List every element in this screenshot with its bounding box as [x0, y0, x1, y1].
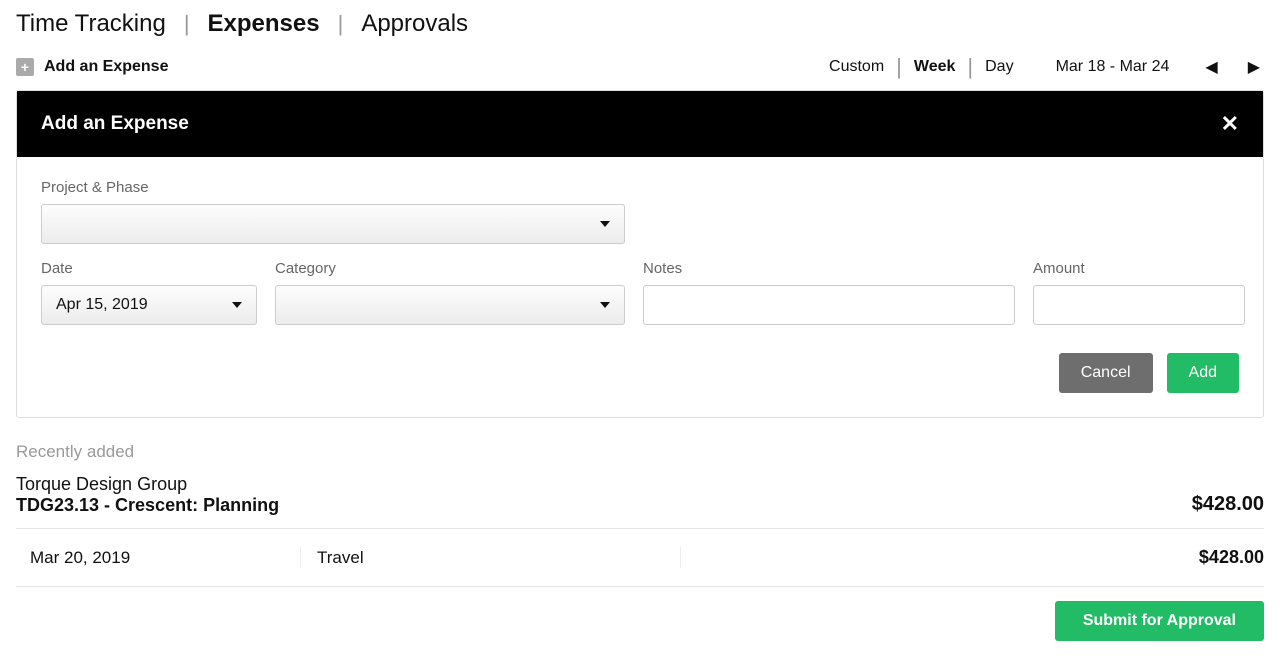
date-range[interactable]: Mar 18 - Mar 24 [1056, 58, 1170, 76]
tab-time-tracking[interactable]: Time Tracking [16, 10, 166, 38]
group-info: Torque Design Group TDG23.13 - Crescent:… [16, 474, 279, 516]
view-separator: | [967, 54, 973, 80]
view-switch: Custom | Week | Day [829, 54, 1014, 80]
project-phase-field: Project & Phase [41, 179, 1239, 244]
amount-input[interactable] [1033, 285, 1245, 325]
add-expense-link[interactable]: + Add an Expense [16, 58, 168, 76]
amount-label: Amount [1033, 260, 1245, 277]
panel-header: Add an Expense ✕ [17, 91, 1263, 157]
date-value: Apr 15, 2019 [56, 296, 148, 314]
tab-expenses[interactable]: Expenses [208, 10, 320, 38]
chevron-down-icon [600, 302, 610, 308]
nav-tabs: Time Tracking | Expenses | Approvals [16, 0, 1264, 46]
nav-separator: | [184, 11, 190, 37]
expense-entry-row[interactable]: Mar 20, 2019 Travel $428.00 [16, 529, 1264, 587]
panel-title: Add an Expense [41, 113, 189, 135]
date-select[interactable]: Apr 15, 2019 [41, 285, 257, 325]
entry-notes [680, 547, 1054, 568]
category-select[interactable] [275, 285, 625, 325]
category-label: Category [275, 260, 625, 277]
project-phase-select[interactable] [41, 204, 625, 244]
next-arrow-icon[interactable]: ▶ [1244, 57, 1264, 77]
tab-approvals[interactable]: Approvals [361, 10, 468, 38]
amount-field: Amount [1033, 260, 1245, 325]
entry-date: Mar 20, 2019 [30, 548, 300, 568]
expense-fields-row: Date Apr 15, 2019 Category Notes [41, 260, 1239, 325]
add-button[interactable]: Add [1167, 353, 1239, 393]
prev-arrow-icon[interactable]: ◀ [1201, 57, 1221, 77]
date-label: Date [41, 260, 257, 277]
recently-added-heading: Recently added [16, 442, 1264, 462]
entry-amount: $428.00 [1054, 547, 1264, 568]
cancel-button[interactable]: Cancel [1059, 353, 1153, 393]
toolbar: + Add an Expense Custom | Week | Day Mar… [16, 52, 1264, 90]
submit-for-approval-button[interactable]: Submit for Approval [1055, 601, 1264, 641]
add-expense-panel: Add an Expense ✕ Project & Phase Date Ap… [16, 90, 1264, 418]
view-separator: | [896, 54, 902, 80]
panel-button-row: Cancel Add [41, 353, 1239, 393]
entry-category: Travel [300, 547, 680, 568]
nav-separator: | [338, 11, 344, 37]
right-controls: Custom | Week | Day Mar 18 - Mar 24 ◀ ▶ [829, 54, 1264, 80]
group-client: Torque Design Group [16, 474, 279, 495]
notes-input[interactable] [643, 285, 1015, 325]
group-total-amount: $428.00 [1192, 493, 1264, 516]
submit-row: Submit for Approval [16, 587, 1264, 661]
view-day[interactable]: Day [985, 58, 1013, 76]
panel-body: Project & Phase Date Apr 15, 2019 Catego… [17, 157, 1263, 417]
view-week[interactable]: Week [914, 58, 956, 76]
add-expense-label: Add an Expense [44, 58, 168, 76]
expense-group-row: Torque Design Group TDG23.13 - Crescent:… [16, 470, 1264, 529]
notes-field: Notes [643, 260, 1015, 325]
group-project: TDG23.13 - Crescent: Planning [16, 495, 279, 516]
chevron-down-icon [232, 302, 242, 308]
plus-icon: + [16, 58, 34, 76]
notes-label: Notes [643, 260, 1015, 277]
category-field: Category [275, 260, 625, 325]
project-phase-label: Project & Phase [41, 179, 1239, 196]
view-custom[interactable]: Custom [829, 58, 884, 76]
chevron-down-icon [600, 221, 610, 227]
close-icon[interactable]: ✕ [1221, 111, 1239, 137]
date-field: Date Apr 15, 2019 [41, 260, 257, 325]
